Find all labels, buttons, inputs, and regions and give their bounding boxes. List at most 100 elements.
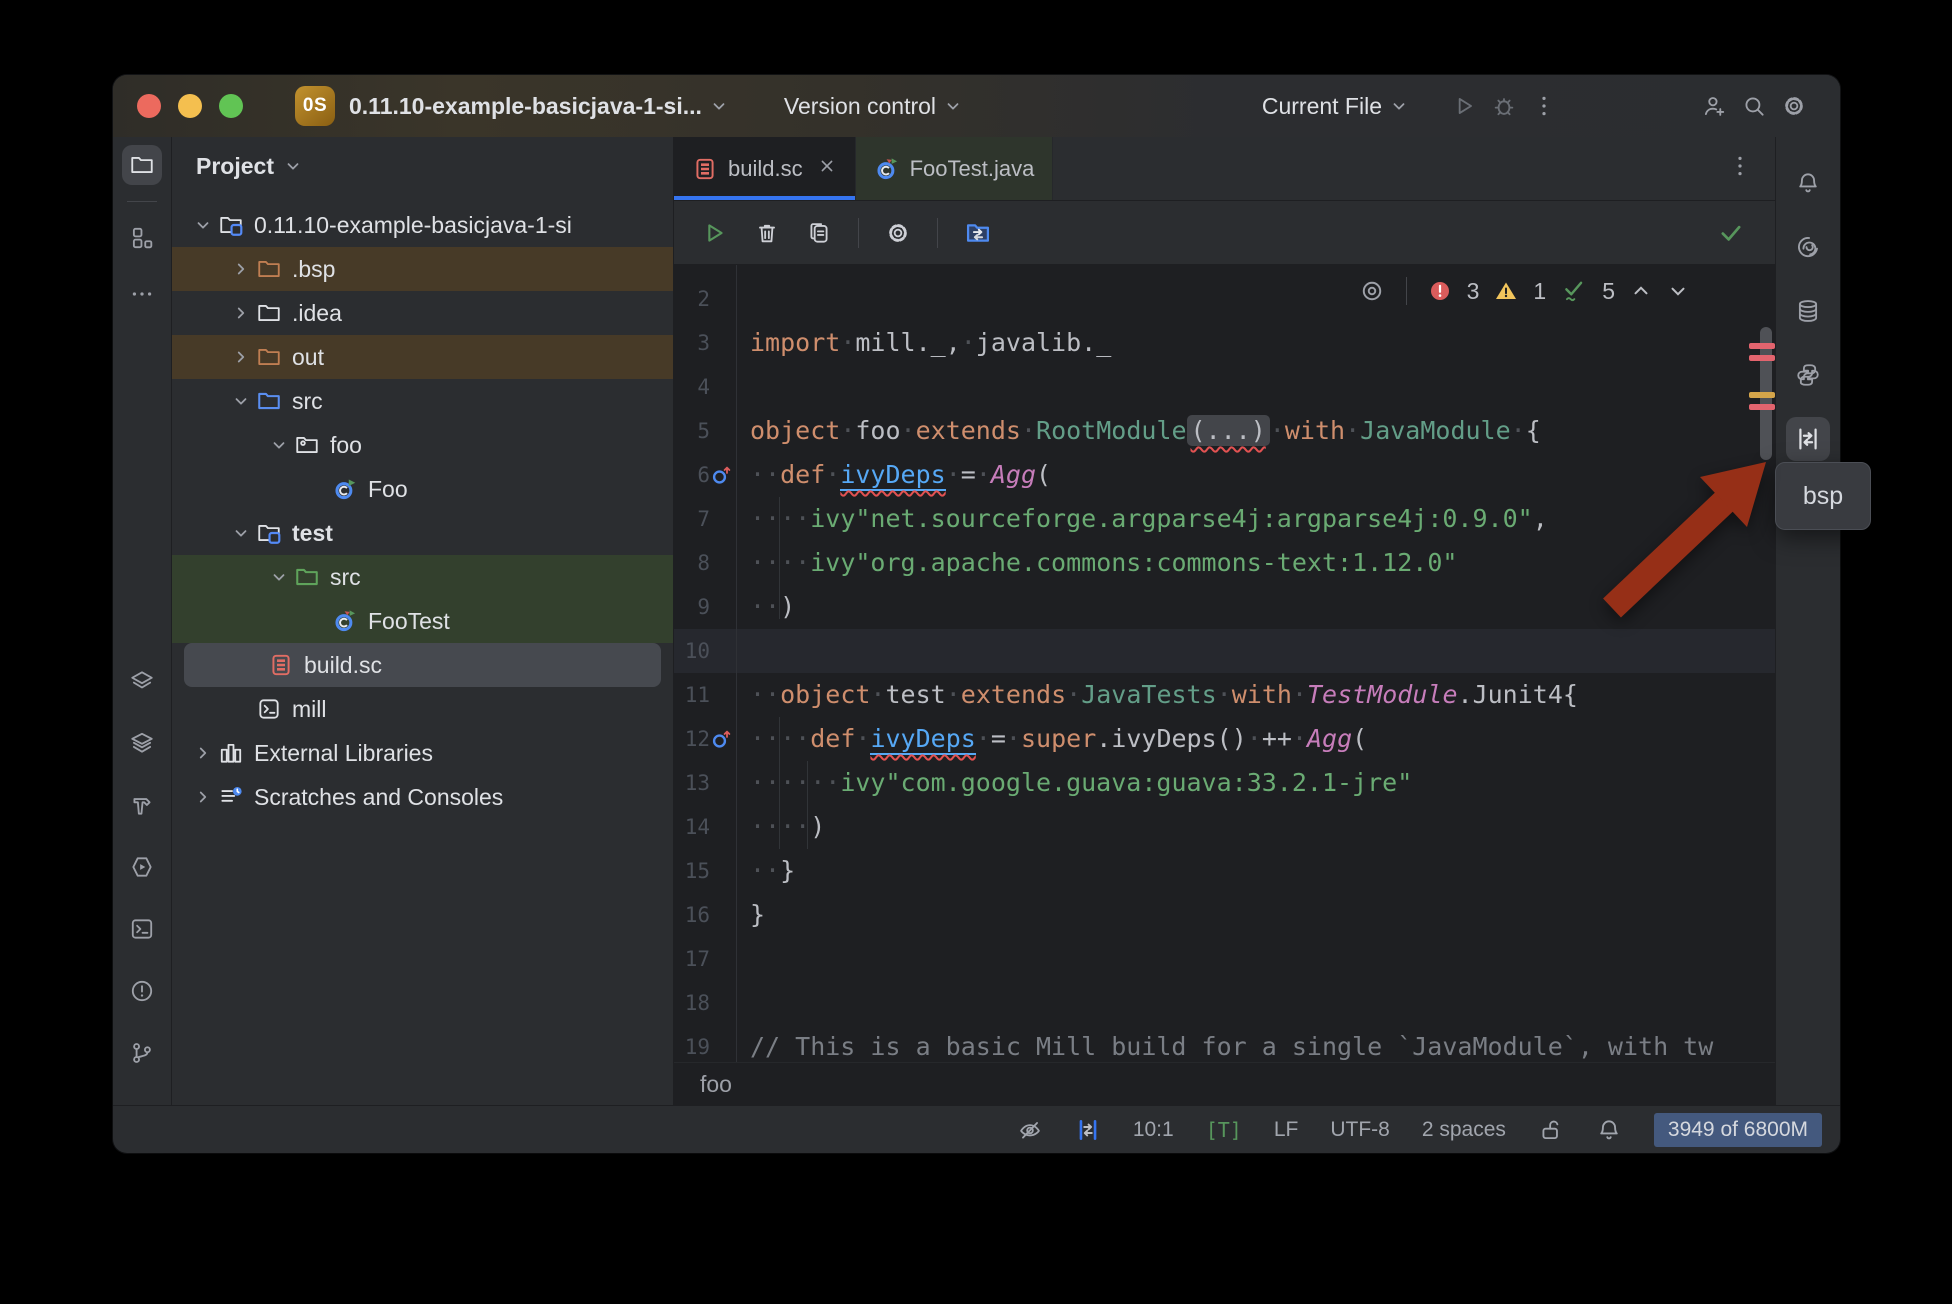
gutter[interactable]: 7 xyxy=(674,497,736,541)
chevron-down-icon[interactable] xyxy=(284,157,302,175)
override-gutter-icon[interactable] xyxy=(710,463,734,493)
error-stripe-mark[interactable] xyxy=(1749,343,1775,349)
error-stripe-mark[interactable] xyxy=(1749,355,1775,361)
gear-button[interactable] xyxy=(885,220,911,246)
close-window-button[interactable] xyxy=(137,94,161,118)
status-3949-of-6800m[interactable]: 3949 of 6800M xyxy=(1654,1113,1822,1147)
tab-options-menu-button[interactable] xyxy=(1727,153,1753,184)
project-selector[interactable]: 0.11.10-example-basicjava-1-si... xyxy=(349,93,728,120)
tree-chevron[interactable] xyxy=(226,392,256,410)
tree-item-mill[interactable]: mill xyxy=(172,687,673,731)
gear-button[interactable] xyxy=(1774,86,1814,126)
tool-stripe-database-button[interactable] xyxy=(1786,289,1830,333)
eye-target-icon[interactable] xyxy=(1359,278,1385,304)
search-button[interactable] xyxy=(1734,86,1774,126)
gutter[interactable]: 2 xyxy=(674,277,736,321)
dots-v-button[interactable] xyxy=(1524,86,1564,126)
tree-chevron[interactable] xyxy=(226,260,256,278)
tree-chevron[interactable] xyxy=(226,524,256,542)
status-2-spaces[interactable]: 2 spaces xyxy=(1422,1118,1506,1142)
gutter[interactable]: 6 xyxy=(674,453,736,497)
status-utf-8[interactable]: UTF-8 xyxy=(1330,1118,1390,1142)
tool-stripe-problem-button[interactable] xyxy=(122,971,162,1011)
tree-item--bsp[interactable]: .bsp xyxy=(172,247,673,291)
gutter[interactable]: 12 xyxy=(674,717,736,761)
vcs-menu[interactable]: Version control xyxy=(784,93,962,120)
status--t-[interactable]: [T] xyxy=(1206,1118,1242,1142)
tree-item-foo[interactable]: Foo xyxy=(172,467,673,511)
minimize-window-button[interactable] xyxy=(178,94,202,118)
gutter[interactable]: 16 xyxy=(674,893,736,937)
tool-stripe-more-button[interactable] xyxy=(122,274,162,314)
chev-up-s-icon[interactable] xyxy=(1630,280,1652,302)
gutter[interactable]: 10 xyxy=(674,629,736,673)
tree-item-src[interactable]: src xyxy=(172,379,673,423)
gutter[interactable]: 8 xyxy=(674,541,736,585)
tool-stripe-layers2-button[interactable] xyxy=(122,723,162,763)
play-button[interactable] xyxy=(1444,86,1484,126)
maximize-window-button[interactable] xyxy=(219,94,243,118)
gutter[interactable]: 13 xyxy=(674,761,736,805)
gutter[interactable]: 19 xyxy=(674,1025,736,1062)
tree-chevron[interactable] xyxy=(188,788,218,806)
gutter[interactable]: 17 xyxy=(674,937,736,981)
chev-down-s-icon[interactable] xyxy=(1667,280,1689,302)
tool-stripe-structure-button[interactable] xyxy=(122,218,162,258)
code-editor[interactable]: ' ' ' '23import·mill._,·javalib._45objec… xyxy=(674,265,1775,1062)
gutter[interactable]: 14 xyxy=(674,805,736,849)
tree-item-scratches-and-consoles[interactable]: Scratches and Consoles xyxy=(172,775,673,819)
breadcrumb-item[interactable]: foo xyxy=(700,1071,732,1098)
tree-item-out[interactable]: out xyxy=(172,335,673,379)
trash-button[interactable] xyxy=(754,220,780,246)
tool-stripe-branch-button[interactable] xyxy=(122,1033,162,1073)
tree-item-footest[interactable]: FooTest xyxy=(172,599,673,643)
tool-stripe-python-button[interactable] xyxy=(1786,353,1830,397)
tool-stripe-bell-button[interactable] xyxy=(1786,161,1830,205)
tree-item--idea[interactable]: .idea xyxy=(172,291,673,335)
tree-item-foo[interactable]: foo xyxy=(172,423,673,467)
inspections-widget[interactable]: 315 xyxy=(1359,277,1689,305)
tab-build-sc[interactable]: build.sc xyxy=(674,137,856,200)
tree-chevron[interactable] xyxy=(264,436,294,454)
tree-item-src[interactable]: src xyxy=(172,555,673,599)
status-10-1[interactable]: 10:1 xyxy=(1133,1118,1174,1142)
copy-button[interactable] xyxy=(806,220,832,246)
status-eye-off-button[interactable] xyxy=(1017,1117,1043,1143)
gutter[interactable]: 15 xyxy=(674,849,736,893)
override-gutter-icon[interactable] xyxy=(710,727,734,757)
tree-item-build-sc[interactable]: build.sc xyxy=(184,643,661,687)
tree-chevron[interactable] xyxy=(226,348,256,366)
person-add-button[interactable] xyxy=(1694,86,1734,126)
error-stripe-mark[interactable] xyxy=(1749,392,1775,398)
tree-chevron[interactable] xyxy=(188,744,218,762)
status-bsp-blue-button[interactable] xyxy=(1075,1117,1101,1143)
tree-chevron[interactable] xyxy=(226,304,256,322)
status-lock-open-button[interactable] xyxy=(1538,1117,1564,1143)
sync-folder-button[interactable] xyxy=(964,219,992,247)
tool-stripe-ai-button[interactable] xyxy=(1786,225,1830,269)
tree-item-test[interactable]: test xyxy=(172,511,673,555)
error-stripe-mark[interactable] xyxy=(1749,404,1775,410)
gutter[interactable]: 18 xyxy=(674,981,736,1025)
tree-chevron[interactable] xyxy=(188,216,218,234)
tool-stripe-terminal-button[interactable] xyxy=(122,909,162,949)
tab-footest-java[interactable]: FooTest.java xyxy=(856,137,1054,200)
bug-button[interactable] xyxy=(1484,86,1524,126)
gutter[interactable]: 3 xyxy=(674,321,736,365)
gutter[interactable]: 4 xyxy=(674,365,736,409)
tree-item-external-libraries[interactable]: External Libraries xyxy=(172,731,673,775)
close-icon[interactable] xyxy=(817,156,837,182)
tree-item-0-11-10-example-basicjava-1-si[interactable]: 0.11.10-example-basicjava-1-si xyxy=(172,203,673,247)
gutter[interactable]: 9 xyxy=(674,585,736,629)
tool-stripe-layers-button[interactable] xyxy=(122,661,162,701)
gutter[interactable]: 5 xyxy=(674,409,736,453)
gutter[interactable]: 11 xyxy=(674,673,736,717)
tree-chevron[interactable] xyxy=(264,568,294,586)
status-lf[interactable]: LF xyxy=(1274,1118,1299,1142)
tool-stripe-hex-play-button[interactable] xyxy=(122,847,162,887)
run-green-button[interactable] xyxy=(700,219,728,247)
tool-stripe-folder-button[interactable] xyxy=(122,145,162,185)
tool-stripe-hammer-button[interactable] xyxy=(122,785,162,825)
run-config-selector[interactable]: Current File xyxy=(1262,93,1408,120)
status-bell-button[interactable] xyxy=(1596,1117,1622,1143)
